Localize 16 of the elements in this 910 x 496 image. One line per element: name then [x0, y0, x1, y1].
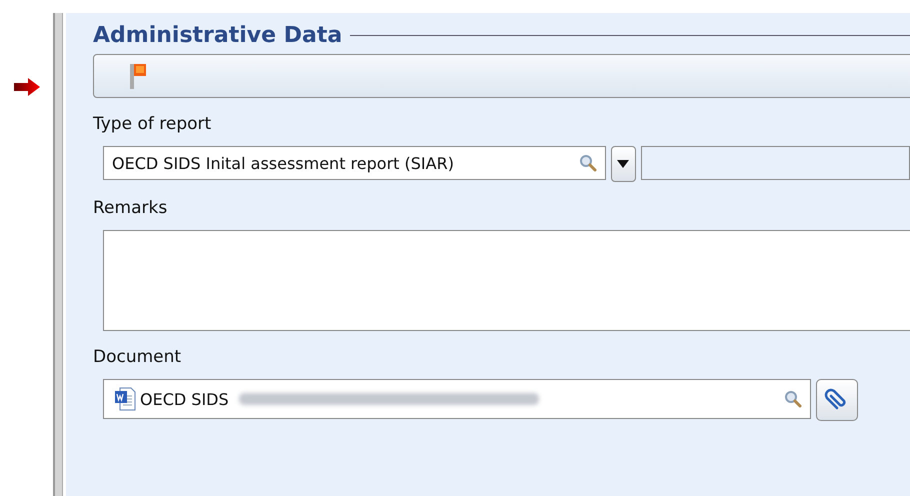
caret-icon: [617, 160, 630, 168]
section-title: Administrative Data: [93, 23, 342, 48]
remarks-field[interactable]: [103, 230, 910, 331]
search-icon[interactable]: [578, 154, 597, 172]
report-type-field[interactable]: OECD SIDS Inital assessment report (SIAR): [103, 146, 606, 180]
field-label: Document: [93, 347, 182, 367]
search-icon[interactable]: [784, 390, 802, 408]
field-label: Remarks: [93, 198, 168, 218]
flag-bar[interactable]: [93, 54, 910, 98]
input-field[interactable]: [641, 146, 910, 180]
document-field[interactable]: OECD SIDS: [103, 379, 811, 419]
attach-button[interactable]: [816, 379, 858, 421]
dropdown-button[interactable]: [610, 146, 636, 182]
arrow-icon: [14, 78, 40, 96]
field-label: Type of report: [93, 114, 212, 134]
document-icon: [114, 387, 136, 411]
